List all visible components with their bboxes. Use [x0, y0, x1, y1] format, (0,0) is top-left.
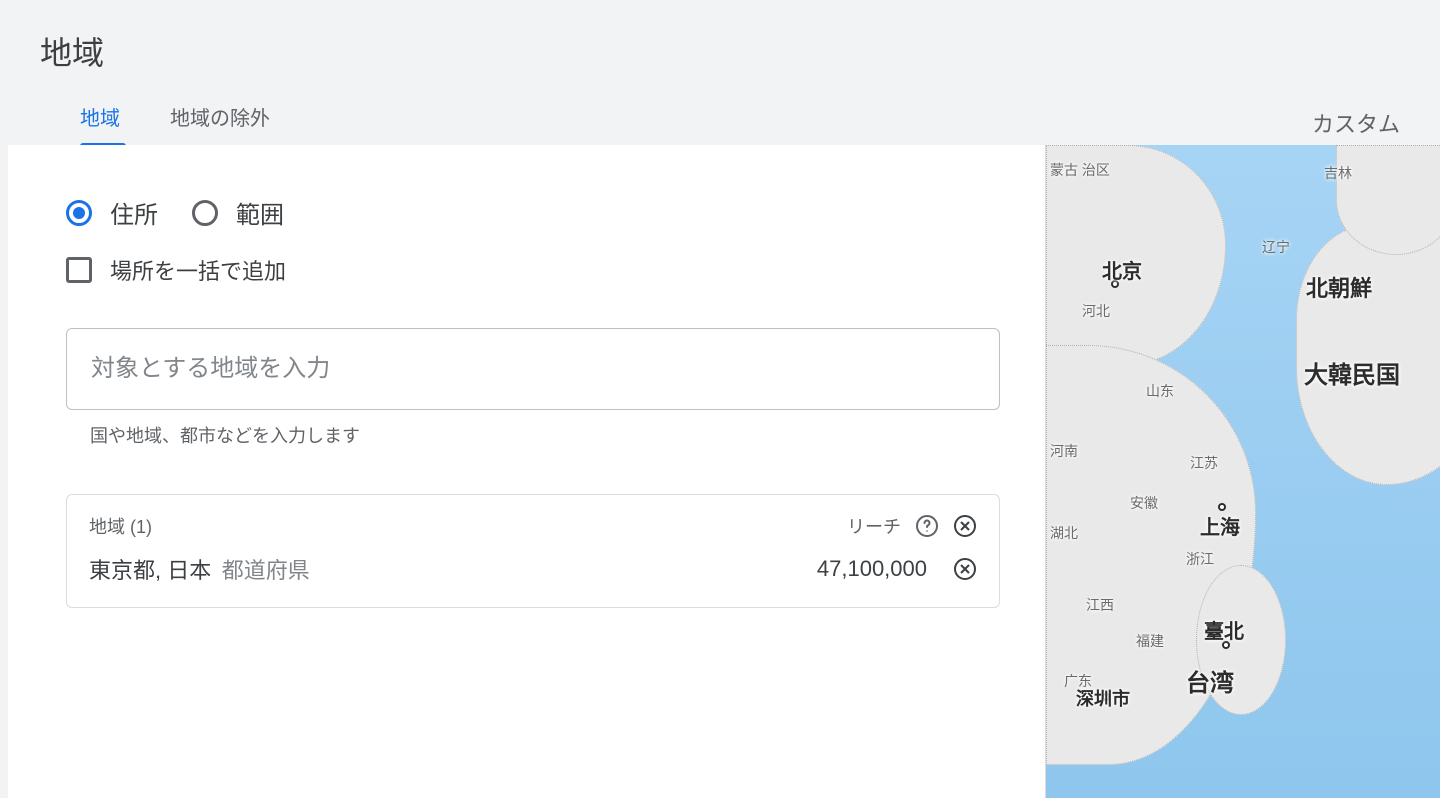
map-label: 浙江: [1186, 549, 1214, 569]
location-row: 東京都, 日本 都道府県 47,100,000: [89, 553, 977, 585]
help-icon[interactable]: [915, 514, 939, 538]
radio-icon: [192, 200, 218, 226]
map-label: 吉林: [1324, 163, 1352, 183]
page-title: 地域: [40, 28, 1400, 74]
checkbox-icon: [66, 257, 92, 283]
map-label: 大韓民国: [1304, 355, 1400, 390]
map-label: 北朝鮮: [1306, 271, 1372, 303]
remove-all-icon[interactable]: [953, 514, 977, 538]
bulk-add-checkbox[interactable]: 場所を一括で追加: [66, 254, 1000, 286]
location-type: 都道府県: [222, 558, 310, 583]
map-label: 福建: [1136, 631, 1164, 651]
radio-radius[interactable]: 範囲: [192, 195, 284, 230]
search-helper-text: 国や地域、都市などを入力します: [90, 422, 1000, 448]
map[interactable]: 蒙古 治区 吉林 辽宁 北朝鮮 大韓民国 北京 河北 山东 河南 安徽 江苏 上…: [1045, 145, 1440, 798]
remove-location-icon[interactable]: [953, 557, 977, 581]
location-reach: 47,100,000: [817, 556, 927, 582]
map-label: 河南: [1050, 441, 1078, 461]
map-label: 台湾: [1186, 663, 1234, 698]
custom-link[interactable]: カスタム: [1312, 107, 1400, 139]
tabs: 地域 地域の除外: [80, 102, 270, 145]
map-label: 辽宁: [1262, 237, 1290, 257]
map-label: 蒙古 治区: [1050, 163, 1110, 178]
radio-radius-label: 範囲: [236, 195, 284, 230]
bulk-add-label: 場所を一括で追加: [110, 254, 286, 286]
map-label: 山东: [1146, 381, 1174, 401]
location-search-box[interactable]: [66, 328, 1000, 410]
map-label: 上海: [1200, 511, 1240, 540]
map-label: 湖北: [1050, 523, 1078, 543]
map-label: 安徽: [1130, 493, 1158, 513]
map-label: 江苏: [1190, 453, 1218, 473]
reach-header-label: リーチ: [847, 513, 901, 539]
map-label: 深圳市: [1076, 685, 1130, 711]
map-label: 臺北: [1204, 615, 1244, 644]
map-label: 北京: [1102, 255, 1142, 284]
map-label: 江西: [1086, 595, 1114, 615]
locations-card: 地域 (1) リーチ: [66, 494, 1000, 608]
radio-address[interactable]: 住所: [66, 195, 158, 230]
tab-locations[interactable]: 地域: [80, 102, 120, 145]
map-city-dot: [1218, 503, 1226, 511]
location-search-input[interactable]: [91, 355, 975, 383]
map-label: 河北: [1082, 301, 1110, 321]
location-name: 東京都, 日本: [89, 558, 211, 583]
locations-panel: 住所 範囲 場所を一括で追加 国や地域、都市などを入力します 地域 (1): [8, 145, 1045, 798]
radio-icon: [66, 200, 92, 226]
radio-address-label: 住所: [110, 195, 158, 230]
tab-excluded[interactable]: 地域の除外: [170, 102, 270, 145]
locations-count-label: 地域 (1): [89, 513, 152, 539]
